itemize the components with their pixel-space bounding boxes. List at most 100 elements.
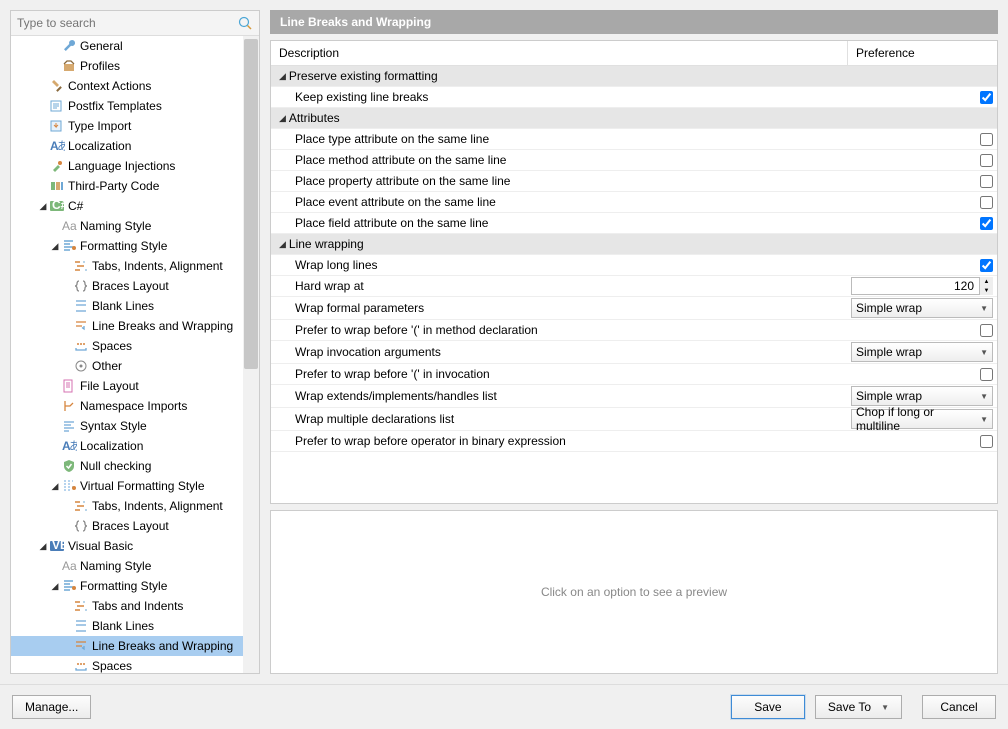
collapse-icon[interactable]: ◢ bbox=[37, 200, 49, 212]
tree-item[interactable]: Type Import bbox=[11, 116, 259, 136]
tree-item[interactable]: Syntax Style bbox=[11, 416, 259, 436]
chevron-down-icon: ▼ bbox=[980, 415, 988, 424]
group-row[interactable]: ◢Attributes bbox=[271, 108, 997, 129]
tree-item[interactable]: Line Breaks and Wrapping bbox=[11, 636, 259, 656]
search-input[interactable] bbox=[17, 14, 237, 32]
navigation-tree[interactable]: GeneralProfilesContext ActionsPostfix Te… bbox=[11, 36, 259, 673]
setting-dropdown[interactable]: Simple wrap▼ bbox=[851, 386, 993, 406]
other-icon bbox=[73, 358, 89, 374]
tree-item-label: Formatting Style bbox=[80, 579, 167, 593]
setting-row[interactable]: Prefer to wrap before '(' in method decl… bbox=[271, 320, 997, 341]
collapse-icon[interactable]: ◢ bbox=[49, 580, 61, 592]
tree-item[interactable]: AあLocalization bbox=[11, 436, 259, 456]
setting-checkbox[interactable] bbox=[980, 154, 993, 167]
tree-item-label: Tabs and Indents bbox=[92, 599, 183, 613]
setting-label: Wrap formal parameters bbox=[295, 301, 424, 315]
setting-checkbox[interactable] bbox=[980, 368, 993, 381]
tree-item-label: Line Breaks and Wrapping bbox=[92, 319, 233, 333]
tree-item[interactable]: Line Breaks and Wrapping bbox=[11, 316, 259, 336]
tree-item[interactable]: Tabs, Indents, Alignment bbox=[11, 256, 259, 276]
setting-row[interactable]: Prefer to wrap before '(' in invocation bbox=[271, 364, 997, 385]
tree-item[interactable]: ◢Virtual Formatting Style bbox=[11, 476, 259, 496]
tree-item[interactable]: Tabs and Indents bbox=[11, 596, 259, 616]
save-to-button[interactable]: Save To▼ bbox=[815, 695, 902, 719]
setting-row[interactable]: Place field attribute on the same line bbox=[271, 213, 997, 234]
group-row[interactable]: ◢Preserve existing formatting bbox=[271, 66, 997, 87]
spinner-up-icon[interactable]: ▲ bbox=[980, 277, 993, 286]
tree-item[interactable]: ◢ Formatting Style bbox=[11, 576, 259, 596]
setting-checkbox[interactable] bbox=[980, 196, 993, 209]
setting-label: Place method attribute on the same line bbox=[295, 153, 506, 167]
setting-checkbox[interactable] bbox=[980, 435, 993, 448]
tree-item[interactable]: Braces Layout bbox=[11, 516, 259, 536]
collapse-icon[interactable]: ◢ bbox=[49, 480, 61, 492]
collapse-icon[interactable]: ◢ bbox=[37, 540, 49, 552]
sidebar: GeneralProfilesContext ActionsPostfix Te… bbox=[10, 10, 260, 674]
collapse-icon[interactable]: ◢ bbox=[49, 240, 61, 252]
tree-item[interactable]: Braces Layout bbox=[11, 276, 259, 296]
setting-row[interactable]: Place type attribute on the same line bbox=[271, 129, 997, 150]
tree-item-label: Formatting Style bbox=[80, 239, 167, 253]
tree-item[interactable]: Namespace Imports bbox=[11, 396, 259, 416]
setting-row[interactable]: Wrap invocation argumentsSimple wrap▼ bbox=[271, 341, 997, 364]
search-icon[interactable] bbox=[237, 15, 253, 31]
setting-row[interactable]: Wrap long lines bbox=[271, 255, 997, 276]
scrollbar[interactable] bbox=[243, 36, 259, 673]
setting-dropdown[interactable]: Simple wrap▼ bbox=[851, 298, 993, 318]
setting-number-input[interactable] bbox=[851, 277, 993, 295]
setting-row[interactable]: Hard wrap at▲▼ bbox=[271, 276, 997, 297]
tree-item[interactable]: Blank Lines bbox=[11, 296, 259, 316]
button-bar: Manage... Save Save To▼ Cancel bbox=[0, 684, 1008, 729]
tree-item[interactable]: Null checking bbox=[11, 456, 259, 476]
setting-row[interactable]: Place property attribute on the same lin… bbox=[271, 171, 997, 192]
tree-item[interactable]: Language Injections bbox=[11, 156, 259, 176]
tabs-icon bbox=[73, 598, 89, 614]
tree-item[interactable]: ◢VBVisual Basic bbox=[11, 536, 259, 556]
profiles-icon bbox=[61, 58, 77, 74]
cancel-button[interactable]: Cancel bbox=[922, 695, 996, 719]
tree-item-label: Localization bbox=[80, 439, 143, 453]
setting-checkbox[interactable] bbox=[980, 324, 993, 337]
setting-row[interactable]: Prefer to wrap before operator in binary… bbox=[271, 431, 997, 452]
spinner[interactable]: ▲▼ bbox=[979, 277, 993, 295]
setting-checkbox[interactable] bbox=[980, 259, 993, 272]
preview-panel: Click on an option to see a preview bbox=[270, 510, 998, 674]
blank-lines-icon bbox=[73, 298, 89, 314]
tree-item[interactable]: AあLocalization bbox=[11, 136, 259, 156]
setting-row[interactable]: Place event attribute on the same line bbox=[271, 192, 997, 213]
tree-item[interactable]: General bbox=[11, 36, 259, 56]
save-button[interactable]: Save bbox=[731, 695, 805, 719]
tree-item[interactable]: File Layout bbox=[11, 376, 259, 396]
tree-item[interactable]: AaNaming Style bbox=[11, 556, 259, 576]
setting-row[interactable]: Place method attribute on the same line bbox=[271, 150, 997, 171]
tree-item[interactable]: Tabs, Indents, Alignment bbox=[11, 496, 259, 516]
spinner-down-icon[interactable]: ▼ bbox=[980, 286, 993, 295]
tree-item[interactable]: AaNaming Style bbox=[11, 216, 259, 236]
tree-item[interactable]: Blank Lines bbox=[11, 616, 259, 636]
scrollbar-thumb[interactable] bbox=[244, 39, 258, 369]
setting-row[interactable]: Wrap multiple declarations listChop if l… bbox=[271, 408, 997, 431]
setting-row[interactable]: Wrap formal parameters Simple wrap▼ bbox=[271, 297, 997, 320]
setting-dropdown[interactable]: Chop if long or multiline▼ bbox=[851, 409, 993, 429]
manage-button[interactable]: Manage... bbox=[12, 695, 91, 719]
tree-item[interactable]: ◢C#C# bbox=[11, 196, 259, 216]
group-row[interactable]: ◢Line wrapping bbox=[271, 234, 997, 255]
tree-item[interactable]: Other bbox=[11, 356, 259, 376]
collapse-icon: ◢ bbox=[279, 239, 286, 250]
setting-label: Place property attribute on the same lin… bbox=[295, 174, 510, 188]
setting-checkbox[interactable] bbox=[980, 91, 993, 104]
settings-grid: Description Preference ◢Preserve existin… bbox=[270, 40, 998, 504]
tree-item[interactable]: Profiles bbox=[11, 56, 259, 76]
tree-item[interactable]: ◢ Formatting Style bbox=[11, 236, 259, 256]
setting-row[interactable]: Keep existing line breaks bbox=[271, 87, 997, 108]
tree-item[interactable]: Third-Party Code bbox=[11, 176, 259, 196]
tree-item[interactable]: Spaces bbox=[11, 656, 259, 673]
setting-dropdown[interactable]: Simple wrap▼ bbox=[851, 342, 993, 362]
tree-item[interactable]: Postfix Templates bbox=[11, 96, 259, 116]
tree-item[interactable]: Spaces bbox=[11, 336, 259, 356]
setting-checkbox[interactable] bbox=[980, 175, 993, 188]
naming-icon: Aa bbox=[61, 558, 77, 574]
setting-checkbox[interactable] bbox=[980, 133, 993, 146]
setting-checkbox[interactable] bbox=[980, 217, 993, 230]
tree-item[interactable]: Context Actions bbox=[11, 76, 259, 96]
